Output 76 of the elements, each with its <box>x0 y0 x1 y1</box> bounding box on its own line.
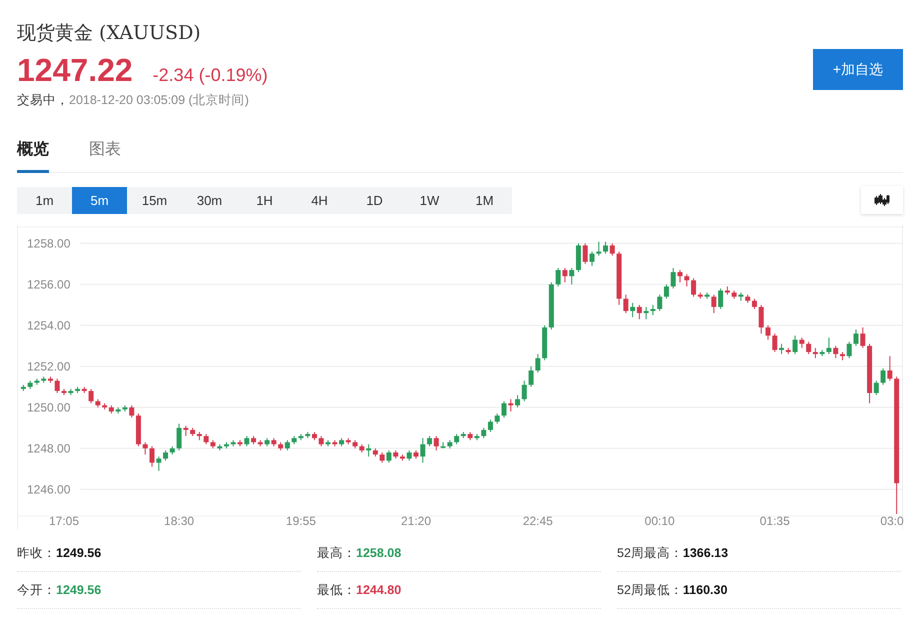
stat-label: 最高： <box>317 546 356 560</box>
x-axis-label: 18:30 <box>164 514 194 528</box>
interval-tab[interactable]: 30m <box>182 186 237 214</box>
candle <box>854 328 858 346</box>
candle <box>62 388 66 396</box>
x-axis-label: 03:0 <box>880 514 904 528</box>
stat-label: 52周最低： <box>617 583 683 597</box>
y-axis-label: 1246.00 <box>27 482 70 496</box>
candle <box>590 251 594 266</box>
stat-value: 1249.56 <box>56 546 102 560</box>
candle <box>150 446 154 468</box>
candle <box>326 440 330 447</box>
candle <box>582 242 588 264</box>
stat-label: 52周最高： <box>617 546 683 560</box>
candle <box>846 341 852 359</box>
quote-time: 2018-12-20 03:05:09 (北京时间) <box>69 93 249 107</box>
y-axis-label: 1258.00 <box>27 236 70 250</box>
candle <box>766 324 770 340</box>
candle <box>684 274 690 287</box>
price-change: -2.34 (-0.19%) <box>152 65 268 86</box>
x-axis-label: 00:10 <box>644 514 675 528</box>
candle <box>54 378 60 394</box>
stat-value: 1366.13 <box>682 546 728 560</box>
candle <box>508 398 514 412</box>
candle <box>678 270 682 283</box>
y-axis-label: 1252.00 <box>27 359 70 374</box>
x-axis-label: 19:55 <box>286 514 316 528</box>
candle <box>670 268 676 289</box>
interval-tab[interactable]: 4H <box>292 186 347 214</box>
x-axis-label: 22:45 <box>522 514 553 528</box>
y-axis-label: 1254.00 <box>27 318 70 332</box>
x-axis-label: 21:20 <box>400 514 432 528</box>
interval-tab[interactable]: 5m <box>72 186 127 214</box>
candle <box>502 400 506 418</box>
stat-value: 1249.56 <box>56 583 102 597</box>
x-axis-label: 01:35 <box>760 514 790 528</box>
instrument-title: 现货黄金 (XAUUSD) <box>17 21 202 46</box>
stat-value: 1244.80 <box>356 583 402 597</box>
y-axis-label: 1248.00 <box>27 441 70 456</box>
tab[interactable]: 概览 <box>17 131 49 173</box>
stat-label: 今开： <box>17 583 56 597</box>
interval-tab[interactable]: 1D <box>347 186 402 214</box>
stat-value: 1258.08 <box>356 546 402 560</box>
interval-tab[interactable]: 1H <box>237 186 292 214</box>
candlestick-icon[interactable] <box>861 186 903 214</box>
candle <box>332 440 338 447</box>
candle <box>406 450 412 462</box>
candle <box>20 384 26 392</box>
stat-label: 最低： <box>317 583 356 597</box>
candle <box>238 440 242 447</box>
candle <box>758 304 764 334</box>
candle <box>596 241 602 256</box>
candle <box>244 436 250 447</box>
candle <box>414 450 418 460</box>
interval-tab[interactable]: 1W <box>402 186 457 214</box>
x-axis-label: 17:05 <box>48 514 80 528</box>
tab[interactable]: 图表 <box>89 131 121 173</box>
candle <box>230 440 236 447</box>
candle <box>68 388 74 396</box>
interval-tab[interactable]: 1m <box>17 186 72 214</box>
last-price: 1247.22 <box>17 52 133 88</box>
stat-value: 1160.30 <box>682 583 728 597</box>
stat-label: 昨收： <box>17 546 56 560</box>
candle <box>860 326 866 348</box>
candle <box>420 438 426 464</box>
y-axis-label: 1256.00 <box>27 277 70 292</box>
candle <box>318 436 324 447</box>
y-axis-label: 1250.00 <box>27 400 70 414</box>
add-watchlist-button[interactable]: +加自选 <box>813 49 903 90</box>
candle <box>772 333 778 353</box>
interval-tab[interactable]: 1M <box>457 186 512 214</box>
candle <box>494 413 500 424</box>
trading-status: 交易中， <box>17 93 69 107</box>
candle <box>156 456 162 472</box>
candle <box>142 442 148 455</box>
interval-tab[interactable]: 15m <box>127 186 182 214</box>
